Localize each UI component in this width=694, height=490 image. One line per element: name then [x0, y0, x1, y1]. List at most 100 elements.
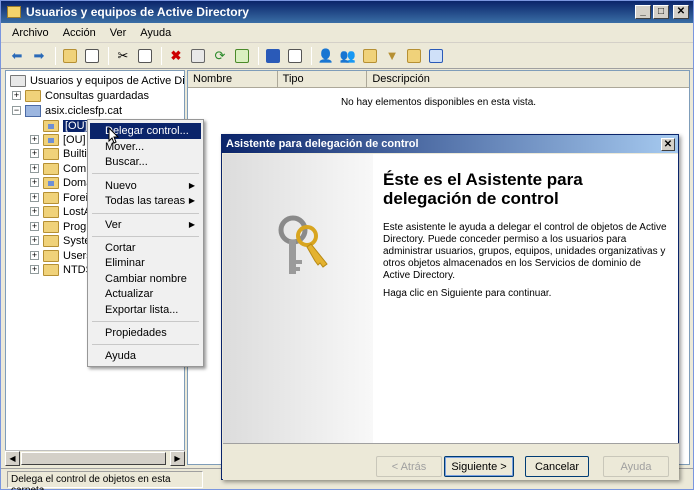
up-folder-icon[interactable]: [60, 46, 80, 66]
mouse-cursor-icon: [108, 127, 120, 144]
filter-icon[interactable]: ▼: [382, 46, 402, 66]
minimize-button[interactable]: _: [635, 5, 651, 19]
mmc-window: Usuarios y equipos de Active Directory _…: [0, 0, 694, 490]
forward-icon[interactable]: ➡: [29, 46, 49, 66]
tree-item[interactable]: + Progr: [30, 219, 90, 234]
collapse-icon[interactable]: −: [12, 106, 21, 115]
next-button[interactable]: Siguiente >: [444, 456, 514, 477]
tree-saved-queries[interactable]: + Consultas guardadas: [12, 88, 149, 103]
toolbar: ⬅ ➡ ✂ ✖ ⟳ 👤 👥 ▼: [1, 43, 693, 69]
folder-icon: [43, 263, 59, 276]
menu-ayuda[interactable]: Ayuda: [133, 27, 178, 39]
new-ou-icon[interactable]: [360, 46, 380, 66]
delete-icon[interactable]: ✖: [166, 46, 186, 66]
maximize-button[interactable]: □: [653, 5, 669, 19]
show-hide-tree-icon[interactable]: [82, 46, 102, 66]
expand-icon[interactable]: +: [30, 207, 39, 216]
expand-icon[interactable]: +: [30, 193, 39, 202]
expand-icon[interactable]: +: [30, 149, 39, 158]
tree-item[interactable]: + Doma: [30, 175, 92, 190]
tree-hscrollbar[interactable]: ◀ ▶: [5, 450, 185, 466]
column-nombre[interactable]: Nombre: [188, 71, 278, 87]
export-icon[interactable]: [232, 46, 252, 66]
wizard-content: Éste es el Asistente para delegación de …: [373, 154, 678, 443]
expand-icon[interactable]: +: [30, 251, 39, 260]
menu-item-delegar-control[interactable]: Delegar control...: [90, 123, 201, 139]
folder-icon: [43, 220, 59, 233]
folder-icon: [43, 191, 59, 204]
menu-item-nuevo[interactable]: Nuevo ▶: [90, 178, 201, 194]
properties-icon[interactable]: [188, 46, 208, 66]
menu-item-todas-las-tareas[interactable]: Todas las tareas ▶: [90, 193, 201, 209]
cancel-button[interactable]: Cancelar: [525, 456, 589, 477]
title-bar: Usuarios y equipos de Active Directory _…: [1, 1, 693, 23]
folder-icon: [43, 249, 59, 262]
tree-item[interactable]: + Syste: [30, 233, 91, 248]
copy-icon[interactable]: [135, 46, 155, 66]
new-group-icon[interactable]: 👥: [338, 46, 358, 66]
expand-icon[interactable]: +: [30, 236, 39, 245]
new-user-icon[interactable]: 👤: [316, 46, 336, 66]
close-button[interactable]: ✕: [673, 5, 689, 19]
help-button[interactable]: Ayuda: [603, 456, 669, 477]
ou-folder-icon: [43, 133, 59, 146]
expand-icon[interactable]: +: [30, 178, 39, 187]
menu-item-mover[interactable]: Mover...: [90, 139, 201, 155]
submenu-arrow-icon: ▶: [188, 196, 195, 205]
menu-item-buscar[interactable]: Buscar...: [90, 154, 201, 170]
tree-item[interactable]: + Comp: [30, 161, 92, 176]
menu-item-eliminar[interactable]: Eliminar: [90, 255, 201, 271]
folder-icon: [10, 74, 26, 87]
scroll-right-icon[interactable]: ▶: [170, 451, 185, 466]
tree-domain[interactable]: − asix.ciclesfp.cat: [12, 103, 122, 118]
console-icon[interactable]: [285, 46, 305, 66]
menu-item-exportar-lista[interactable]: Exportar lista...: [90, 302, 201, 318]
column-descripcion[interactable]: Descripción: [367, 71, 689, 87]
menu-item-ver[interactable]: Ver ▶: [90, 217, 201, 233]
back-button[interactable]: < Atrás: [376, 456, 442, 477]
menu-accion[interactable]: Acción: [56, 27, 103, 39]
menu-item-cortar[interactable]: Cortar: [90, 240, 201, 256]
wizard-close-icon[interactable]: ✕: [661, 137, 675, 151]
add-to-group-icon[interactable]: [426, 46, 446, 66]
menu-archivo[interactable]: Archivo: [5, 27, 56, 39]
tree-item[interactable]: + Users: [30, 248, 92, 263]
scroll-left-icon[interactable]: ◀: [5, 451, 20, 466]
scroll-thumb[interactable]: [21, 452, 166, 465]
wizard-description: Este asistente le ayuda a delegar el con…: [383, 222, 667, 281]
tree-item[interactable]: + [OU]: [30, 132, 86, 147]
tree-item[interactable]: + Builti: [30, 146, 87, 161]
folder-icon: [43, 234, 59, 247]
refresh-icon[interactable]: ⟳: [210, 46, 230, 66]
expand-icon[interactable]: +: [30, 265, 39, 274]
menu-item-cambiar-nombre[interactable]: Cambiar nombre: [90, 271, 201, 287]
menu-item-propiedades[interactable]: Propiedades: [90, 325, 201, 341]
menu-bar: Archivo Acción Ver Ayuda: [1, 23, 693, 43]
ou-folder-icon: [43, 176, 59, 189]
menu-item-actualizar[interactable]: Actualizar: [90, 286, 201, 302]
menu-item-ayuda[interactable]: Ayuda: [90, 348, 201, 364]
expand-icon[interactable]: +: [30, 164, 39, 173]
folder-icon: [43, 162, 59, 175]
cut-icon[interactable]: ✂: [113, 46, 133, 66]
wizard-button-bar: < Atrás Siguiente > Cancelar Ayuda: [223, 443, 679, 480]
back-icon[interactable]: ⬅: [7, 46, 27, 66]
expand-icon[interactable]: +: [30, 135, 39, 144]
tree-item[interactable]: + Forei: [30, 190, 88, 205]
tree-root[interactable]: Usuarios y equipos de Active Direct: [10, 73, 184, 88]
ou-folder-icon: [43, 119, 59, 132]
tree-item[interactable]: + NTDS: [30, 262, 93, 277]
status-text: Delega el control de objetos en esta car…: [7, 470, 203, 490]
find-icon[interactable]: [404, 46, 424, 66]
folder-icon: [25, 89, 41, 102]
tree-item[interactable]: + LostA: [30, 204, 91, 219]
keys-icon: [278, 215, 328, 274]
list-header: Nombre Tipo Descripción: [188, 71, 689, 88]
column-tipo[interactable]: Tipo: [278, 71, 368, 87]
wizard-title: Asistente para delegación de control: [226, 138, 419, 150]
expand-icon[interactable]: +: [12, 91, 21, 100]
help-icon[interactable]: [263, 46, 283, 66]
menu-ver[interactable]: Ver: [103, 27, 134, 39]
empty-message: No hay elementos disponibles en esta vis…: [340, 97, 537, 108]
expand-icon[interactable]: +: [30, 222, 39, 231]
